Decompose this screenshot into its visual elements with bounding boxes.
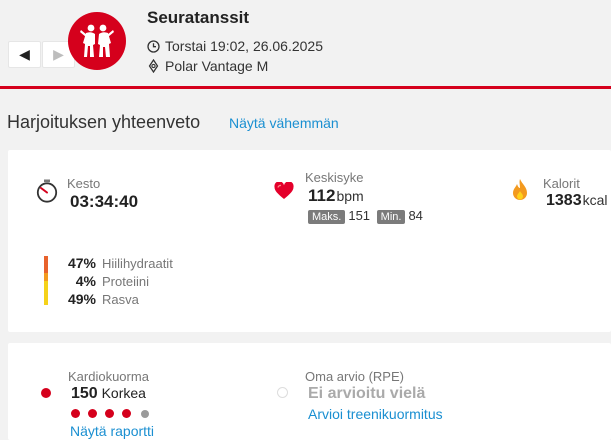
heart-rate-label: Keskisyke: [305, 170, 364, 185]
session-header: ◀ ▶ Seuratanssit Torstai 19:02, 26.06.20…: [0, 0, 611, 86]
device-text: Polar Vantage M: [165, 58, 269, 74]
duration-label: Kesto: [67, 176, 101, 191]
load-scale-dot: [122, 409, 131, 418]
show-less-link[interactable]: Näytä vähemmän: [229, 115, 339, 131]
heart-rate-number: 112: [308, 186, 336, 205]
max-badge: Maks.: [308, 210, 346, 224]
header-divider: [0, 86, 611, 89]
rpe-indicator-icon: [277, 387, 288, 398]
heart-icon: [274, 182, 294, 199]
cardio-load-value: 150 Korkea: [71, 385, 146, 403]
watch-icon: [148, 59, 159, 73]
protein-bar: [44, 273, 48, 281]
carbs-bar: [44, 256, 48, 273]
protein-percent: 4%: [75, 273, 96, 289]
heart-rate-range: Maks. 151 Min. 84: [308, 208, 423, 224]
session-device: Polar Vantage M: [147, 58, 268, 74]
rpe-label: Oma arvio (RPE): [305, 369, 404, 384]
clock-icon: [147, 39, 160, 53]
fat-percent: 49%: [67, 291, 96, 307]
fat-bar: [44, 281, 48, 305]
calories-value: 1383kcal: [546, 192, 608, 210]
previous-session-button[interactable]: ◀: [8, 41, 41, 68]
load-scale-dot: [88, 409, 97, 418]
protein-name: Proteiini: [102, 274, 149, 289]
rate-training-load-link[interactable]: Arvioi treenikuormitus: [308, 406, 443, 422]
min-badge: Min.: [376, 210, 406, 224]
fat-name: Rasva: [102, 292, 139, 307]
cardio-load-number: 150: [71, 385, 98, 402]
calories-unit: kcal: [582, 192, 608, 208]
summary-section-title: Harjoituksen yhteenveto: [7, 112, 201, 132]
calories-label: Kalorit: [543, 176, 580, 191]
show-report-link[interactable]: Näytä raportti: [70, 423, 154, 439]
min-hr-value: 84: [408, 208, 423, 223]
load-scale-dot: [105, 409, 114, 418]
rpe-value: Ei arvioitu vielä: [308, 385, 426, 402]
stopwatch-icon: [36, 179, 58, 203]
training-load-card: Kardiokuorma 150 Korkea Näytä raportti O…: [8, 343, 611, 440]
datetime-text: Torstai 19:02, 26.06.2025: [165, 38, 324, 54]
session-datetime: Torstai 19:02, 26.06.2025: [147, 38, 323, 54]
load-scale-dot: [71, 409, 80, 418]
duration-value: 03:34:40: [70, 192, 139, 211]
summary-card: Kesto 03:34:40 Keskisyke 112bpm Maks. 151…: [8, 150, 611, 332]
flame-icon: [513, 179, 527, 200]
heart-rate-value: 112bpm: [308, 186, 364, 206]
cardio-load-label: Kardiokuorma: [68, 369, 149, 384]
arrow-left-icon: ◀: [19, 46, 30, 62]
load-scale-dot: [141, 410, 149, 418]
arrow-right-icon: ▶: [53, 46, 64, 62]
carbs-percent: 47%: [67, 255, 96, 271]
cardio-load-level: Korkea: [101, 385, 146, 401]
max-hr-value: 151: [348, 208, 371, 223]
carbs-name: Hiilihydraatit: [102, 256, 173, 271]
heart-rate-unit: bpm: [336, 188, 364, 204]
calories-number: 1383: [546, 192, 582, 209]
cardio-load-indicator-icon: [41, 388, 51, 398]
dance-sport-icon: [68, 12, 126, 70]
session-title: Seuratanssit: [147, 8, 250, 27]
